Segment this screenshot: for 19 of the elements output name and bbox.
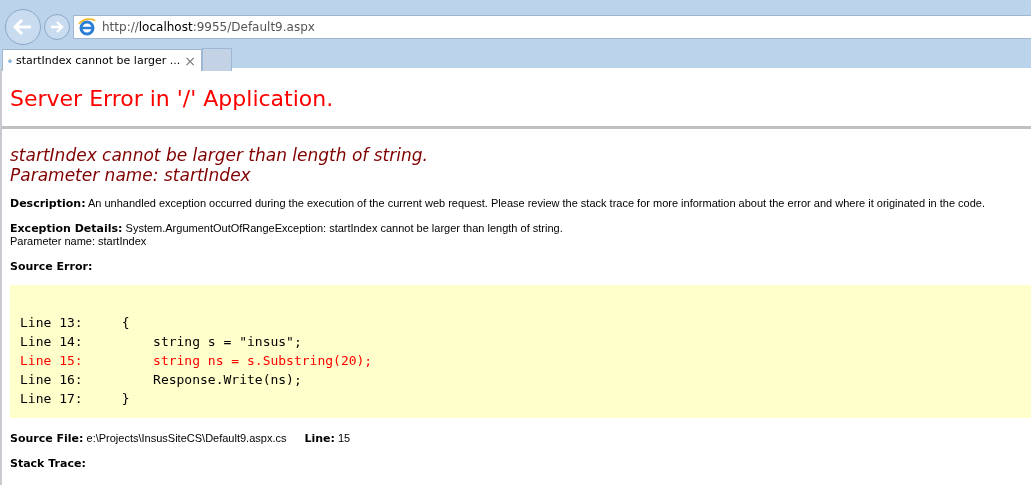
exception-details-text: Exception Details: System.ArgumentOutOfRangeException: startIndex cannot be larger than length of string. xyxy=(10,222,564,235)
section-label: Source Error: xyxy=(10,260,94,273)
error-message: Parameter name: startIndex xyxy=(10,165,251,185)
browser-tab[interactable]: startIndex cannot be larger ... × xyxy=(2,49,202,71)
url-text: http://localhost:9955/Default9.aspx xyxy=(102,19,315,34)
address-bar[interactable]: http://localhost:9955/Default9.aspx xyxy=(73,14,1031,39)
page-title: Server Error in '/' Application. xyxy=(10,85,335,113)
source-file-text: Source File: e:\Projects\InsusSiteCS\Default9.aspx.cs Line: 15 xyxy=(10,432,352,445)
close-tab-button[interactable]: × xyxy=(184,52,196,69)
section-label: Stack Trace: xyxy=(10,457,87,470)
code-line: Line 13: { xyxy=(20,314,130,332)
code-line: Line 14: string s = "insus"; xyxy=(20,333,302,351)
tab-title: startIndex cannot be larger ... xyxy=(15,54,181,67)
code-line: Line 16: Response.Write(ns); xyxy=(20,371,302,389)
error-message: startIndex cannot be larger than length of string. xyxy=(10,145,428,165)
exception-details-text: Parameter name: startIndex xyxy=(10,235,148,248)
code-line: Line 17: } xyxy=(20,390,130,408)
code-line: Line 15: string ns = s.Substring(20); xyxy=(20,352,373,370)
description-text: Description: An unhandled exception occurred during the execution of the current web request. Please review the stack trace for more information about the error and where it originated in the code. xyxy=(10,197,987,210)
